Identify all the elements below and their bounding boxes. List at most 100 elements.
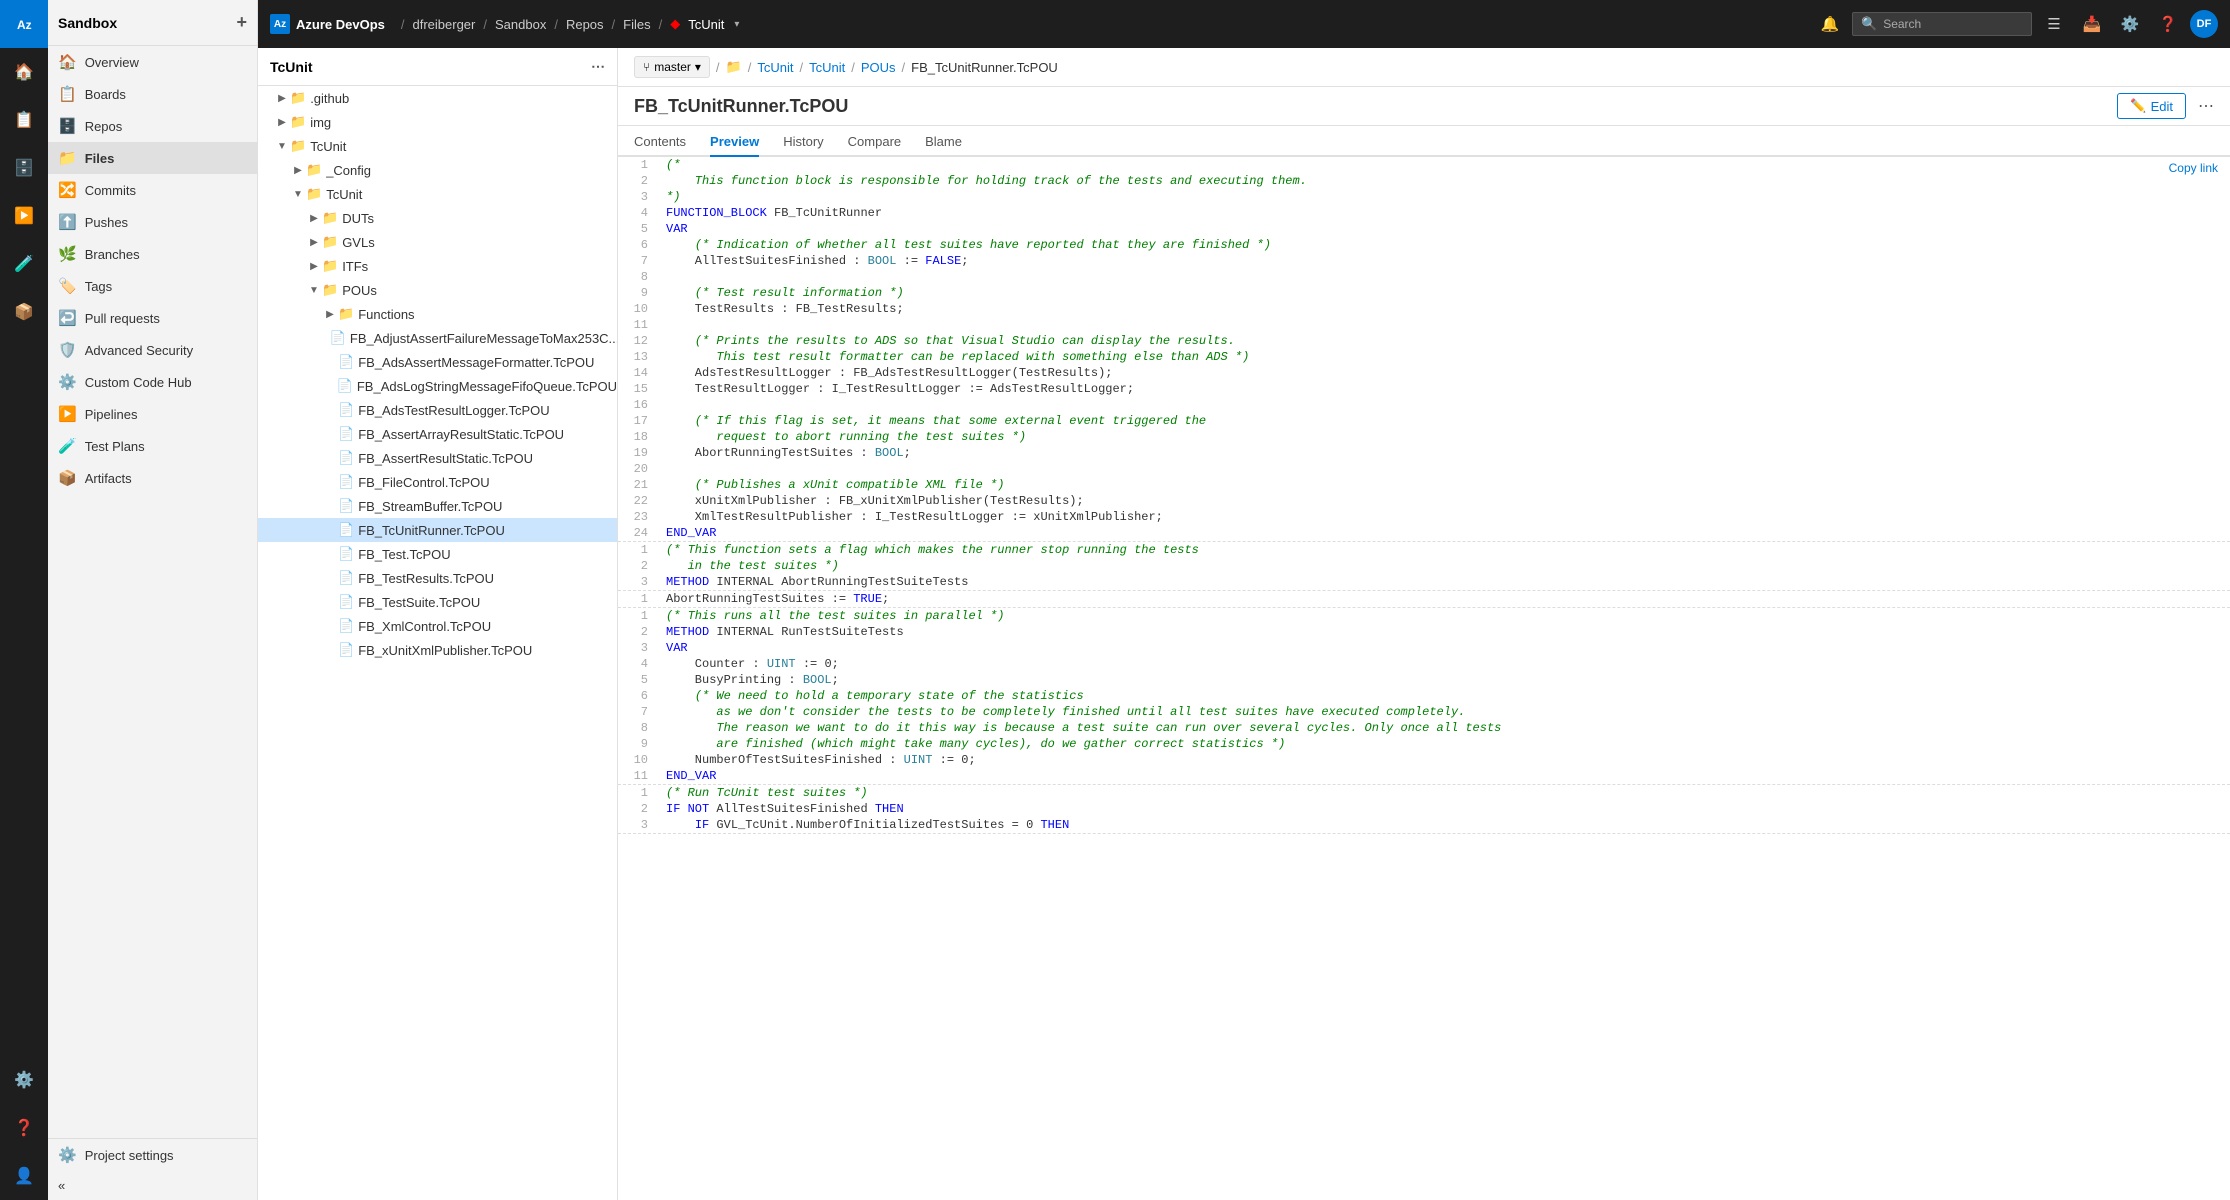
sidebar-item-pushes[interactable]: ⬆️ Pushes: [48, 206, 257, 238]
search-box[interactable]: 🔍 Search: [1852, 12, 2032, 36]
sidebar-label-branches: Branches: [85, 247, 140, 262]
tree-item-fb-adjust[interactable]: ▶ 📄 FB_AdjustAssertFailureMessageToMax25…: [258, 326, 617, 350]
tree-item-itfs[interactable]: ▶ 📁 ITFs: [258, 254, 617, 278]
sidebar-item-tags[interactable]: 🏷️ Tags: [48, 270, 257, 302]
code-section-1: Copy link 1(* 2 This function block is r…: [618, 157, 2230, 542]
tree-item-fb-streambuffer[interactable]: ▶ 📄 FB_StreamBuffer.TcPOU: [258, 494, 617, 518]
tree-label-img: img: [310, 115, 331, 130]
tree-item-fb-assert-result[interactable]: ▶ 📄 FB_AssertResultStatic.TcPOU: [258, 446, 617, 470]
tree-item-fb-testresults[interactable]: ▶ 📄 FB_TestResults.TcPOU: [258, 566, 617, 590]
tree-item-fb-assert-array[interactable]: ▶ 📄 FB_AssertArrayResultStatic.TcPOU: [258, 422, 617, 446]
sidebar-item-artifacts[interactable]: 📦 Artifacts: [48, 462, 257, 494]
settings-icon[interactable]: ⚙️: [2114, 8, 2146, 40]
sidebar-item-pipelines[interactable]: ▶️ Pipelines: [48, 398, 257, 430]
sidebar-item-branches[interactable]: 🌿 Branches: [48, 238, 257, 270]
file-icon-fb-xunit: 📄: [338, 642, 354, 658]
tree-item-fb-xunit[interactable]: ▶ 📄 FB_xUnitXmlPublisher.TcPOU: [258, 638, 617, 662]
tree-item-config[interactable]: ▶ 📁 _Config: [258, 158, 617, 182]
edit-button[interactable]: ✏️ Edit: [2117, 93, 2186, 119]
tree-item-duts[interactable]: ▶ 📁 DUTs: [258, 206, 617, 230]
sidebar-item-files[interactable]: 📁 Files: [48, 142, 257, 174]
breadcrumb-sep-2: /: [483, 17, 487, 32]
sidebar-item-boards[interactable]: 📋 Boards: [48, 78, 257, 110]
download-icon[interactable]: 📥: [2076, 8, 2108, 40]
breadcrumb-repos[interactable]: Repos: [566, 17, 604, 32]
tree-item-tcunit-root[interactable]: ▼ 📁 TcUnit: [258, 134, 617, 158]
sidebar: Sandbox + 🏠 Overview 📋 Boards 🗄️ Repos 📁…: [48, 0, 258, 1200]
tab-compare[interactable]: Compare: [848, 126, 901, 157]
sidebar-collapse-button[interactable]: «: [48, 1171, 257, 1200]
tree-item-fb-filecontrol[interactable]: ▶ 📄 FB_FileControl.TcPOU: [258, 470, 617, 494]
tree-item-tcunit-sub[interactable]: ▼ 📁 TcUnit: [258, 182, 617, 206]
sidebar-item-overview[interactable]: 🏠 Overview: [48, 46, 257, 78]
sidebar-label-repos: Repos: [85, 119, 123, 134]
rail-help[interactable]: ❓: [0, 1104, 48, 1152]
chevron-gvls: ▶: [306, 237, 322, 248]
tree-item-fb-testsuite[interactable]: ▶ 📄 FB_TestSuite.TcPOU: [258, 590, 617, 614]
app-logo[interactable]: Az: [0, 0, 48, 48]
breadcrumb-user[interactable]: dfreiberger: [413, 17, 476, 32]
tree-item-fb-test[interactable]: ▶ 📄 FB_Test.TcPOU: [258, 542, 617, 566]
tree-item-fb-ads-log[interactable]: ▶ 📄 FB_AdsLogStringMessageFifoQueue.TcPO…: [258, 374, 617, 398]
sidebar-item-commits[interactable]: 🔀 Commits: [48, 174, 257, 206]
tree-item-fb-ads-msg[interactable]: ▶ 📄 FB_AdsAssertMessageFormatter.TcPOU: [258, 350, 617, 374]
copy-link-1[interactable]: Copy link: [2169, 161, 2218, 175]
editor-breadcrumb-tcunit2[interactable]: TcUnit: [809, 60, 845, 75]
breadcrumb-sep-3: /: [554, 17, 558, 32]
tree-item-img[interactable]: ▶ 📁 img: [258, 110, 617, 134]
artifacts-icon: 📦: [58, 469, 77, 487]
list-icon[interactable]: ☰: [2038, 8, 2070, 40]
sidebar-item-project-settings[interactable]: ⚙️ Project settings: [48, 1139, 257, 1171]
code-area[interactable]: Copy link 1(* 2 This function block is r…: [618, 157, 2230, 1200]
breadcrumb-sandbox[interactable]: Sandbox: [495, 17, 546, 32]
rail-repos[interactable]: 🗄️: [0, 144, 48, 192]
sidebar-label-overview: Overview: [85, 55, 139, 70]
tree-label-tcunit-root: TcUnit: [310, 139, 346, 154]
breadcrumb-tcunit[interactable]: TcUnit: [688, 17, 724, 32]
editor-breadcrumb-pous[interactable]: POUs: [861, 60, 896, 75]
testplans-icon: 🧪: [58, 437, 77, 455]
help-icon[interactable]: ❓: [2152, 8, 2184, 40]
tab-blame[interactable]: Blame: [925, 126, 962, 157]
branch-selector[interactable]: ⑂ master ▾: [634, 56, 710, 78]
sidebar-label-tags: Tags: [85, 279, 112, 294]
code-line: (*: [658, 157, 2230, 173]
user-avatar[interactable]: DF: [2190, 10, 2218, 38]
tree-item-functions[interactable]: ▶ 📁 Functions: [258, 302, 617, 326]
tree-item-gvls[interactable]: ▶ 📁 GVLs: [258, 230, 617, 254]
editor-breadcrumb-tcunit1[interactable]: TcUnit: [757, 60, 793, 75]
filetree-menu-icon[interactable]: ⋯: [591, 58, 605, 75]
rail-settings[interactable]: ⚙️: [0, 1056, 48, 1104]
rail-pipelines[interactable]: ▶️: [0, 192, 48, 240]
branch-chevron: ▾: [695, 60, 701, 74]
tree-item-fb-tcunitrunner[interactable]: ▶ 📄 FB_TcUnitRunner.TcPOU: [258, 518, 617, 542]
sidebar-item-repos[interactable]: 🗄️ Repos: [48, 110, 257, 142]
file-menu-icon[interactable]: ⋯: [2198, 96, 2214, 116]
tree-item-pous[interactable]: ▼ 📁 POUs: [258, 278, 617, 302]
rail-artifacts[interactable]: 📦: [0, 288, 48, 336]
sidebar-label-project-settings: Project settings: [85, 1148, 174, 1163]
tab-preview[interactable]: Preview: [710, 126, 759, 157]
chevron-itfs: ▶: [306, 261, 322, 272]
add-project-button[interactable]: +: [236, 12, 247, 33]
rail-overview[interactable]: 🏠: [0, 48, 48, 96]
tree-label-pous: POUs: [342, 283, 377, 298]
tree-item-github[interactable]: ▶ 📁 .github: [258, 86, 617, 110]
topbar-right: 🔔 🔍 Search ☰ 📥 ⚙️ ❓ DF: [1814, 8, 2218, 40]
sidebar-item-testplans[interactable]: 🧪 Test Plans: [48, 430, 257, 462]
sidebar-item-advanced-security[interactable]: 🛡️ Advanced Security: [48, 334, 257, 366]
rail-boards[interactable]: 📋: [0, 96, 48, 144]
pullrequests-icon: ↩️: [58, 309, 77, 327]
tab-history[interactable]: History: [783, 126, 823, 157]
tree-item-fb-ads-result[interactable]: ▶ 📄 FB_AdsTestResultLogger.TcPOU: [258, 398, 617, 422]
breadcrumb-files[interactable]: Files: [623, 17, 650, 32]
sidebar-item-custom-code-hub[interactable]: ⚙️ Custom Code Hub: [48, 366, 257, 398]
tree-item-fb-xmlcontrol[interactable]: ▶ 📄 FB_XmlControl.TcPOU: [258, 614, 617, 638]
sidebar-item-pullrequests[interactable]: ↩️ Pull requests: [48, 302, 257, 334]
rail-user[interactable]: 👤: [0, 1152, 48, 1200]
advanced-security-icon: 🛡️: [58, 341, 77, 359]
notifications-icon[interactable]: 🔔: [1814, 8, 1846, 40]
rail-testplans[interactable]: 🧪: [0, 240, 48, 288]
tab-contents[interactable]: Contents: [634, 126, 686, 157]
editor-sep-3: /: [851, 60, 855, 75]
